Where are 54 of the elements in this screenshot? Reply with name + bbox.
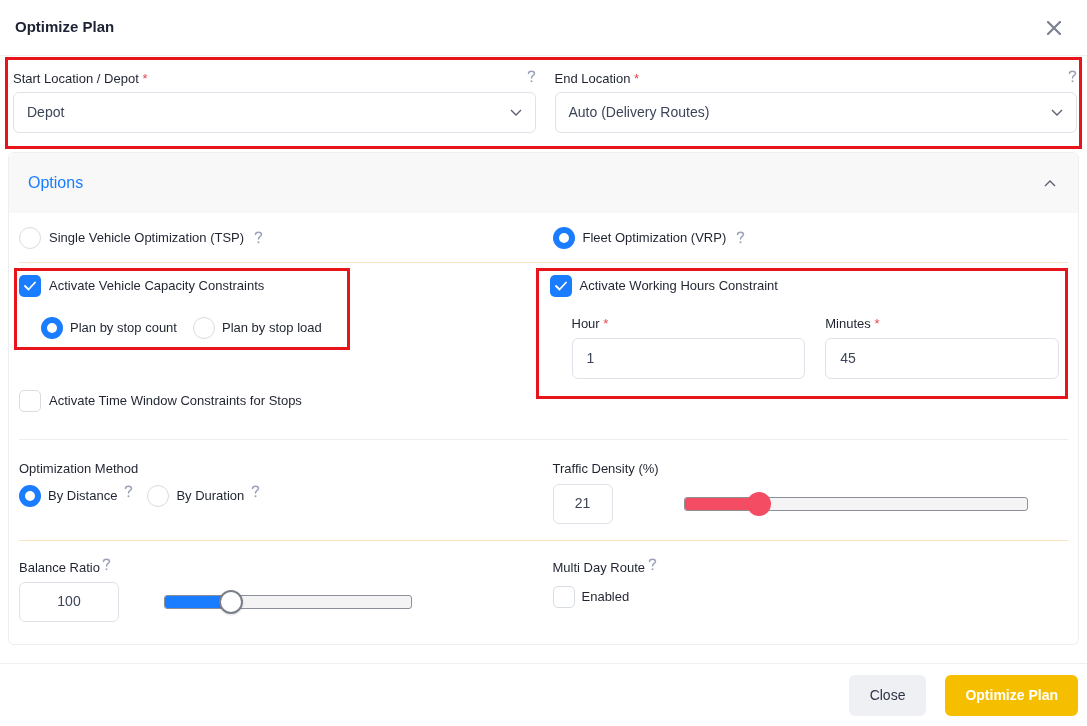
chevron-down-icon	[509, 109, 522, 116]
dialog-title: Optimize Plan	[15, 17, 115, 38]
help-icon[interactable]	[124, 485, 134, 498]
close-icon[interactable]	[1047, 20, 1061, 35]
checkbox[interactable]	[552, 585, 575, 608]
help-icon[interactable]	[1068, 70, 1077, 83]
field-label: Minutes *	[825, 315, 881, 333]
number-field[interactable]: 100	[19, 581, 119, 622]
checkbox-label: Enabled	[581, 587, 630, 606]
help-icon[interactable]	[254, 231, 264, 244]
number-field[interactable]: 21	[552, 483, 613, 524]
slider-thumb[interactable]	[747, 491, 772, 516]
option-label: Fleet Optimization (VRP)	[582, 228, 727, 247]
select-field[interactable]: Depot	[13, 92, 536, 133]
input-field[interactable]: 45	[825, 337, 1059, 379]
checkbox[interactable]	[19, 275, 41, 297]
radio-button[interactable]	[552, 226, 575, 249]
check-icon	[554, 281, 567, 291]
chevron-down-icon	[1051, 109, 1063, 116]
field-label: End Location *	[554, 70, 640, 88]
check-icon	[24, 281, 36, 291]
option-label: Single Vehicle Optimization (TSP)	[49, 228, 245, 247]
help-icon[interactable]	[101, 558, 111, 571]
slider[interactable]	[683, 490, 1028, 517]
checkbox-label: Activate Time Window Constraints for Stops	[49, 392, 302, 411]
checkbox-label: Activate Working Hours Constraint	[579, 277, 778, 296]
radio-button[interactable]	[19, 484, 41, 507]
checkbox[interactable]	[19, 390, 41, 412]
help-icon[interactable]	[526, 70, 536, 83]
field-label: Start Location / Depot *	[13, 70, 148, 88]
checkbox[interactable]	[549, 275, 572, 297]
slider[interactable]	[164, 588, 412, 615]
option-label: Plan by stop count	[70, 319, 177, 338]
select-field[interactable]: Auto (Delivery Routes)	[554, 92, 1077, 133]
option-label: By Duration	[176, 486, 245, 505]
options-header[interactable]: Options	[9, 153, 1078, 213]
field-label: Multi Day Route	[552, 559, 645, 577]
help-icon[interactable]	[736, 231, 746, 244]
radio-button[interactable]	[41, 317, 63, 339]
field-label: Traffic Density (%)	[552, 460, 660, 478]
section-title: Options	[28, 173, 84, 193]
select-value: Depot	[27, 103, 65, 122]
option-label: Plan by stop load	[221, 319, 322, 338]
field-label: Hour *	[571, 315, 610, 333]
option-label: By Distance	[48, 486, 118, 505]
checkbox-label: Activate Vehicle Capacity Constraints	[49, 277, 265, 296]
field-label: Balance Ratio	[19, 559, 100, 577]
help-icon[interactable]	[251, 485, 261, 498]
secondary-button[interactable]: Close	[848, 674, 927, 716]
select-value: Auto (Delivery Routes)	[568, 103, 710, 122]
help-icon[interactable]	[648, 558, 657, 571]
slider-thumb[interactable]	[218, 589, 243, 614]
field-label: Optimization Method	[19, 460, 140, 478]
input-field[interactable]: 1	[571, 337, 806, 379]
